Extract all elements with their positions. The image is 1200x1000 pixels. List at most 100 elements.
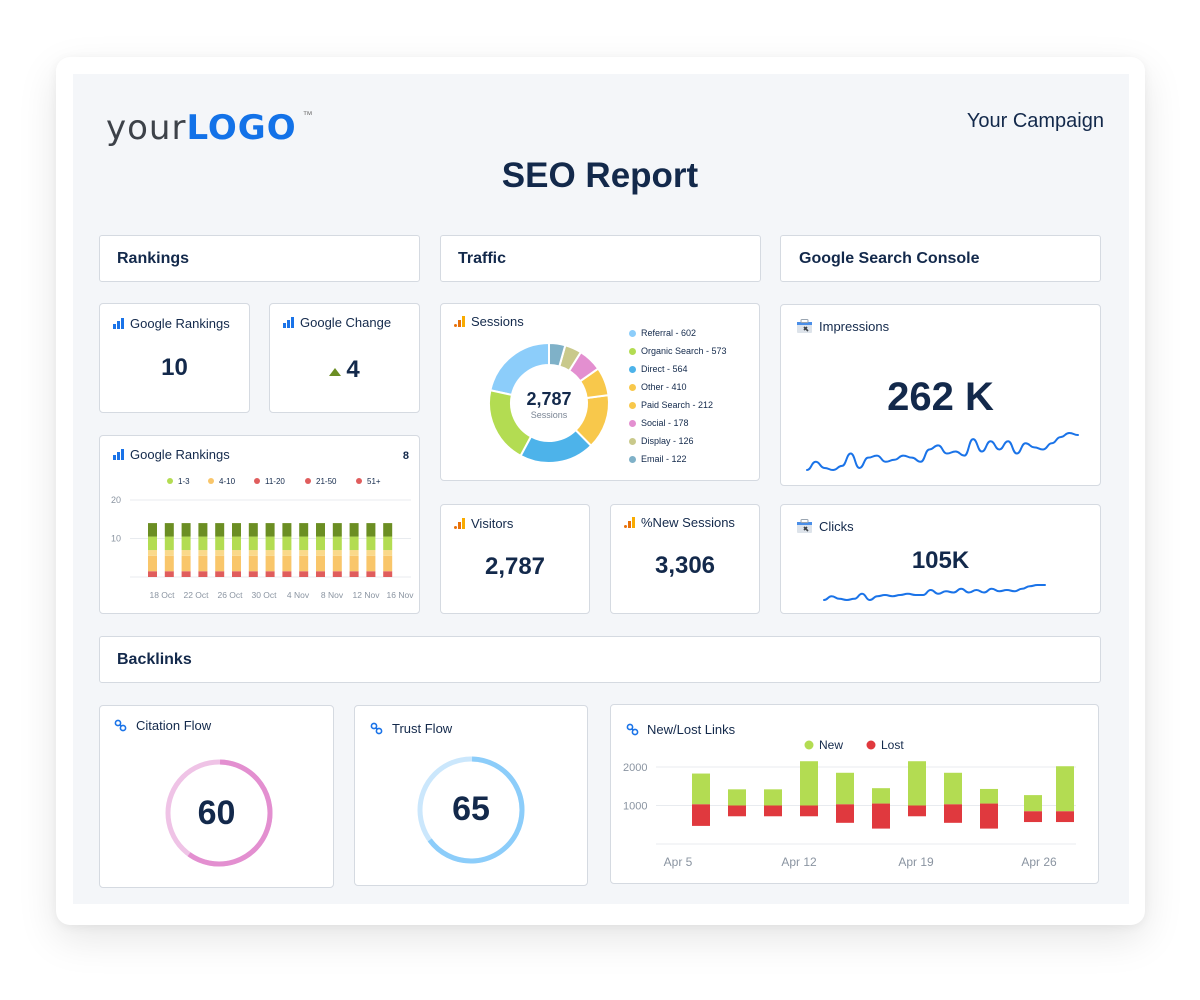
legend-label: New: [819, 738, 843, 752]
legend-dot: [356, 478, 362, 484]
bar-segment: [332, 571, 342, 577]
legend-label: 51+: [367, 477, 381, 486]
bar-segment: [215, 555, 225, 572]
sessions-donut-chart: 2,787Sessions: [488, 341, 610, 464]
x-tick-label: 18 Oct: [149, 590, 175, 600]
bar-segment: [316, 536, 325, 551]
bar-new: [836, 772, 854, 805]
bar-segment: [181, 550, 191, 556]
bar-lost: [1024, 811, 1042, 823]
trust-flow-value: 65: [452, 790, 490, 828]
logo-prefix: your: [106, 108, 187, 148]
bar-segment: [198, 571, 208, 577]
x-tick-label: 12 Nov: [353, 590, 381, 600]
bar-segment: [349, 571, 359, 577]
bar-segment: [148, 571, 157, 577]
legend-dot: [305, 478, 311, 484]
y-tick-label: 20: [111, 495, 121, 505]
impressions-card: Impressions 262 K: [780, 304, 1101, 486]
bar-segment: [383, 536, 393, 551]
bar-lost: [908, 805, 926, 817]
sessions-card: Sessions 2,787 Sessions Referral - 602 Org…: [440, 303, 760, 481]
visitors-value: 2,787: [484, 553, 546, 580]
analytics-icon: [454, 517, 465, 529]
bar-new: [980, 788, 998, 804]
bar-new: [944, 772, 962, 805]
bar-segment: [164, 536, 174, 551]
bar-segment: [349, 523, 359, 537]
legend-dot: [629, 455, 636, 463]
new-lost-links-card: New/Lost Links New Lost 1000 2000 Apr 5 Apr 1…: [610, 704, 1099, 884]
legend-label: Paid Search - 212: [641, 400, 714, 410]
bar-segment: [198, 550, 208, 556]
bar-lost: [800, 805, 818, 817]
sparkline-path: [806, 431, 1079, 472]
bar-segment: [232, 550, 241, 556]
bar-lost: [980, 803, 998, 829]
visitors-card-title: Visitors: [454, 516, 513, 531]
bar-segment: [232, 571, 241, 577]
bar-segment: [265, 523, 275, 537]
bar-segment: [282, 523, 292, 537]
google-rankings-card-title: Google Rankings: [113, 316, 230, 331]
legend-label: 21-50: [316, 477, 337, 486]
legend-label: Social - 178: [641, 418, 689, 428]
google-change-value: 4: [346, 356, 360, 383]
bar-lost: [944, 804, 962, 823]
visitors-label: Visitors: [471, 516, 514, 531]
bar-segment: [383, 550, 393, 556]
bar-segment: [383, 555, 393, 572]
bar-lost: [728, 805, 746, 817]
x-tick-label: 26 Oct: [217, 590, 243, 600]
clicks-sparkline: [823, 584, 1046, 602]
bar-segment: [383, 523, 393, 537]
bar-segment: [366, 536, 376, 551]
bar-segment: [148, 536, 157, 551]
legend-dot: [167, 478, 173, 484]
logo-word: LOGO: [186, 108, 297, 148]
bar-segment: [198, 536, 208, 551]
x-tick-label: Apr 26: [1021, 855, 1057, 869]
bar-segment: [282, 555, 292, 572]
bar-segment: [181, 536, 191, 551]
new-sessions-label: %New Sessions: [641, 515, 735, 530]
bar-segment: [232, 536, 241, 551]
legend-label: Organic Search - 573: [641, 346, 727, 356]
bar-segment: [164, 555, 174, 572]
bar-segment: [248, 571, 258, 577]
bar-segment: [282, 550, 292, 556]
google-change-value-row: 4: [270, 356, 419, 384]
x-tick-label: 22 Oct: [183, 590, 209, 600]
donut-center-value: 2,787: [526, 389, 571, 409]
google-rankings-card: Google Rankings 10: [99, 303, 250, 413]
bar-segment: [282, 571, 292, 577]
bar-new: [1056, 766, 1074, 812]
page-title: SEO Report: [501, 156, 699, 195]
bar-segment: [248, 523, 258, 537]
bar-segment: [349, 555, 359, 572]
legend-label: 11-20: [265, 477, 285, 486]
bar-segment: [248, 555, 258, 572]
legend-label: Lost: [881, 738, 904, 752]
bar-segment: [265, 550, 275, 556]
legend-label: Email - 122: [641, 454, 687, 464]
x-tick-label: Apr 12: [781, 855, 817, 869]
bar-segment: [181, 523, 191, 537]
sparkline-path: [823, 584, 1046, 602]
bar-segment: [232, 555, 241, 572]
legend-dot: [629, 347, 636, 355]
legend-item: Referral - 602: [629, 328, 727, 338]
donut-center-label: Sessions: [531, 410, 568, 420]
bar-segment: [148, 550, 157, 556]
legend-dot: [208, 478, 214, 484]
section-header-backlinks: Backlinks: [99, 636, 1101, 683]
legend-dot: [804, 740, 814, 750]
legend-dot: [629, 383, 636, 391]
legend-label: 4-10: [219, 477, 236, 486]
citation-flow-card: Citation Flow 60: [99, 705, 334, 888]
donut-slice: [488, 389, 533, 458]
bar-segment: [299, 555, 309, 572]
x-tick-label: Apr 5: [664, 855, 693, 869]
bar-segment: [299, 536, 309, 551]
legend-label: 1-3: [178, 477, 190, 486]
